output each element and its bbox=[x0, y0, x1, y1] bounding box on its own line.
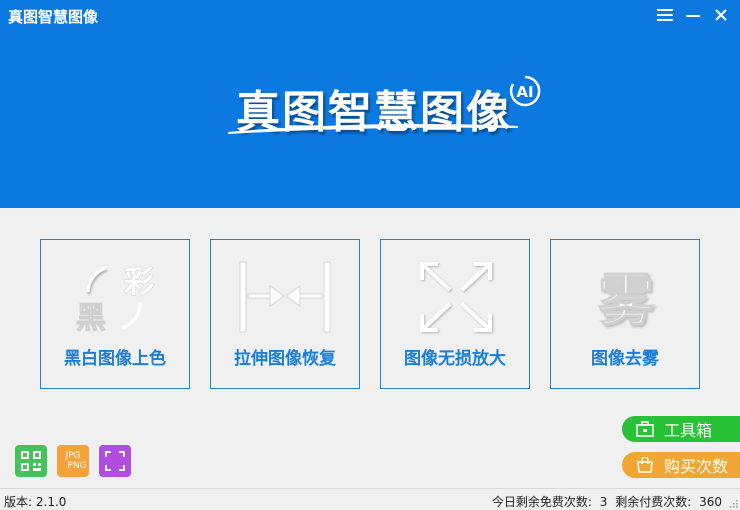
app-title: 真图智慧图像 bbox=[8, 8, 99, 26]
jpg-label: JPG bbox=[65, 451, 81, 461]
toolbox-label: 工具箱 bbox=[664, 421, 713, 440]
ai-badge-text: AI bbox=[516, 83, 533, 101]
status-bar: 版本: 2.1.0 今日剩余免费次数: 3 剩余付费次数: 360 bbox=[0, 488, 740, 510]
resize-grip-icon[interactable] bbox=[728, 498, 738, 508]
card-enlarge[interactable]: 图像无损放大 bbox=[380, 239, 530, 389]
app-logo: 真图智慧图像 AI bbox=[227, 75, 541, 140]
stretch-restore-icon bbox=[236, 258, 336, 336]
minimize-icon[interactable] bbox=[682, 4, 704, 26]
paid-count-label: 剩余付费次数: bbox=[615, 495, 692, 509]
qr-code-icon[interactable] bbox=[15, 445, 47, 477]
colorize-glyph-a: 彩 bbox=[124, 265, 154, 300]
colorize-glyph-b: 黑 bbox=[76, 301, 106, 336]
close-icon[interactable] bbox=[710, 4, 732, 26]
buy-times-button[interactable]: 购买次数 bbox=[622, 452, 740, 478]
dehaze-glyph: 雾 bbox=[598, 269, 655, 334]
free-count-label: 今日剩余免费次数: bbox=[491, 495, 592, 509]
buy-label: 购买次数 bbox=[664, 457, 729, 476]
enlarge-icon bbox=[406, 258, 506, 336]
window-controls bbox=[654, 4, 732, 26]
card-colorize[interactable]: 彩 黑 黑白图像上色 bbox=[40, 239, 190, 389]
toolbox-button[interactable]: 工具箱 bbox=[622, 416, 740, 442]
colorize-icon: 彩 黑 bbox=[66, 258, 166, 337]
card-label: 图像去雾 bbox=[591, 349, 659, 369]
tool-icons: JPG PNG bbox=[15, 445, 131, 477]
paid-count-value: 360 bbox=[699, 495, 722, 509]
shopping-bag-icon bbox=[637, 457, 653, 473]
jpg-png-convert-icon[interactable]: JPG PNG bbox=[57, 445, 89, 477]
version-label: 版本: bbox=[4, 495, 33, 509]
card-stretch-restore[interactable]: 拉伸图像恢复 bbox=[210, 239, 360, 389]
logo-swoosh-icon bbox=[227, 120, 528, 139]
version-value: 2.1.0 bbox=[35, 495, 67, 509]
card-label: 拉伸图像恢复 bbox=[234, 349, 336, 369]
card-label: 黑白图像上色 bbox=[64, 349, 166, 369]
header-banner: 真图智慧图像 真图智慧图像 AI bbox=[0, 0, 740, 208]
ai-badge-icon: AI bbox=[508, 74, 542, 112]
crop-icon[interactable] bbox=[99, 445, 131, 477]
card-dehaze[interactable]: 雾 图像去雾 bbox=[550, 239, 700, 389]
toolbox-icon bbox=[636, 421, 654, 437]
free-count-value: 3 bbox=[599, 495, 608, 509]
usage-counts: 今日剩余免费次数: 3 剩余付费次数: 360 bbox=[488, 493, 722, 510]
card-label: 图像无损放大 bbox=[404, 349, 506, 369]
dehaze-icon: 雾 bbox=[576, 258, 676, 336]
version-info: 版本: 2.1.0 bbox=[4, 493, 66, 510]
menu-icon[interactable] bbox=[654, 4, 676, 26]
png-label: PNG bbox=[67, 461, 87, 471]
